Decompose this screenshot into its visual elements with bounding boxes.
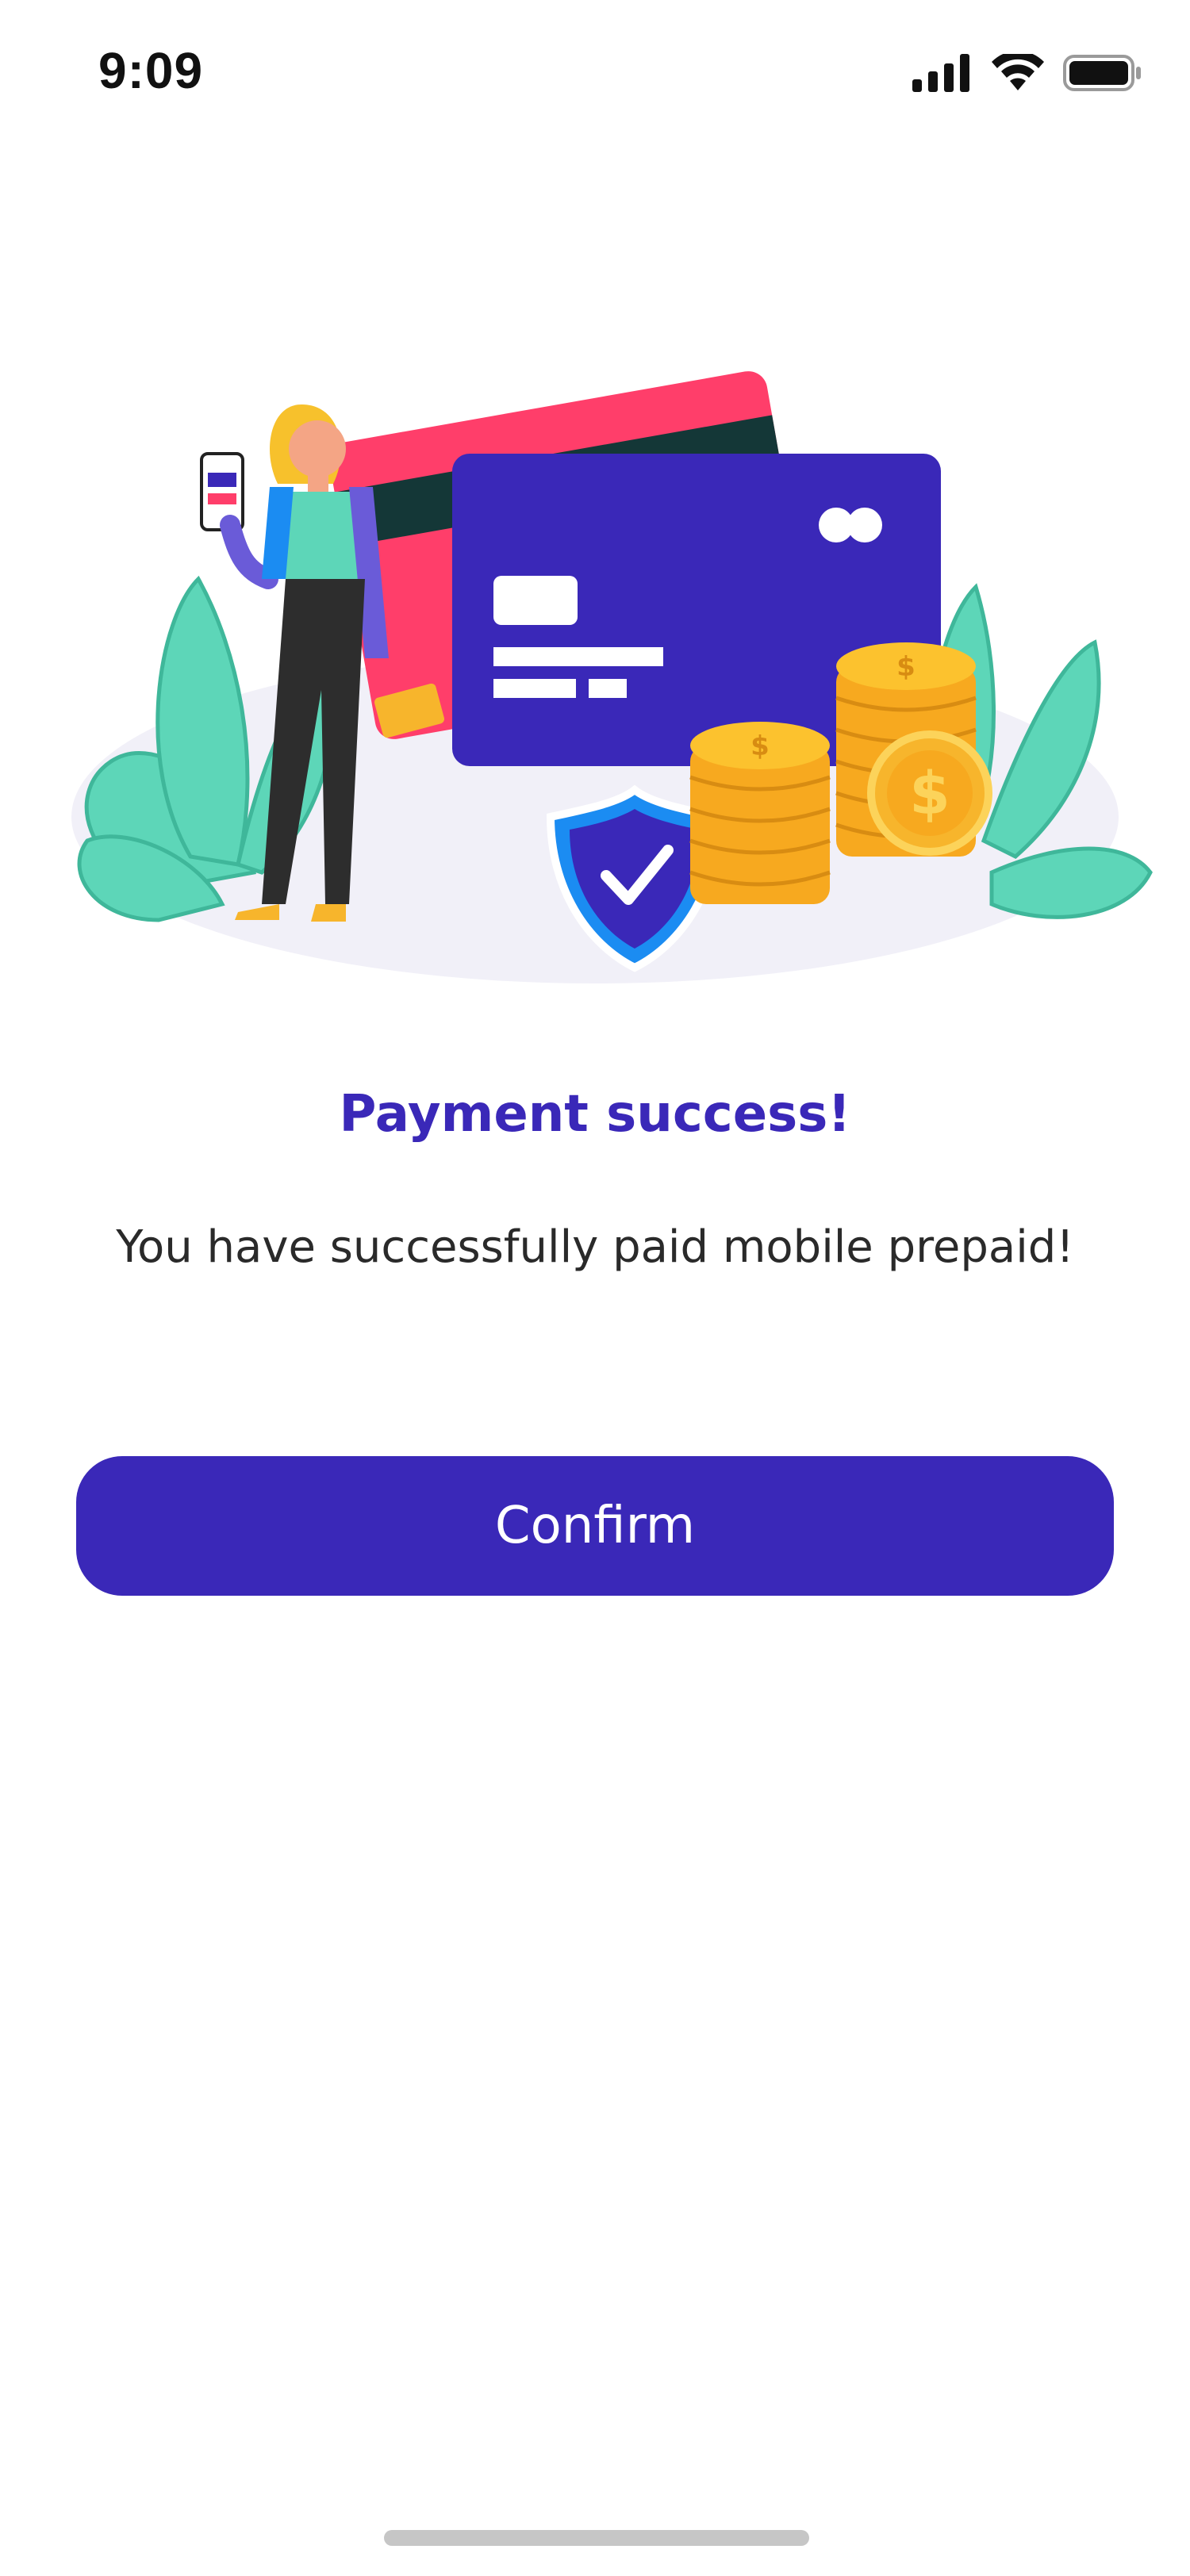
battery-icon <box>1063 55 1141 91</box>
coin-stack-right: $ $ <box>835 642 992 857</box>
success-message: You have successfully paid mobile prepai… <box>116 1221 1074 1273</box>
confirm-button[interactable]: Confirm <box>76 1456 1114 1596</box>
status-bar: 9:09 <box>0 0 1190 143</box>
cellular-signal-icon <box>912 54 969 92</box>
status-time: 9:09 <box>98 42 204 99</box>
svg-text:$: $ <box>896 651 916 683</box>
wifi-icon <box>992 54 1044 90</box>
home-indicator[interactable] <box>384 2530 809 2546</box>
status-icons <box>912 49 1142 97</box>
page-title: Payment success! <box>339 1085 851 1144</box>
coin-stack-left: $ <box>689 722 831 904</box>
svg-text:$: $ <box>909 760 950 828</box>
payment-illustration: $ $ $ <box>71 371 1153 983</box>
svg-text:$: $ <box>750 730 770 762</box>
